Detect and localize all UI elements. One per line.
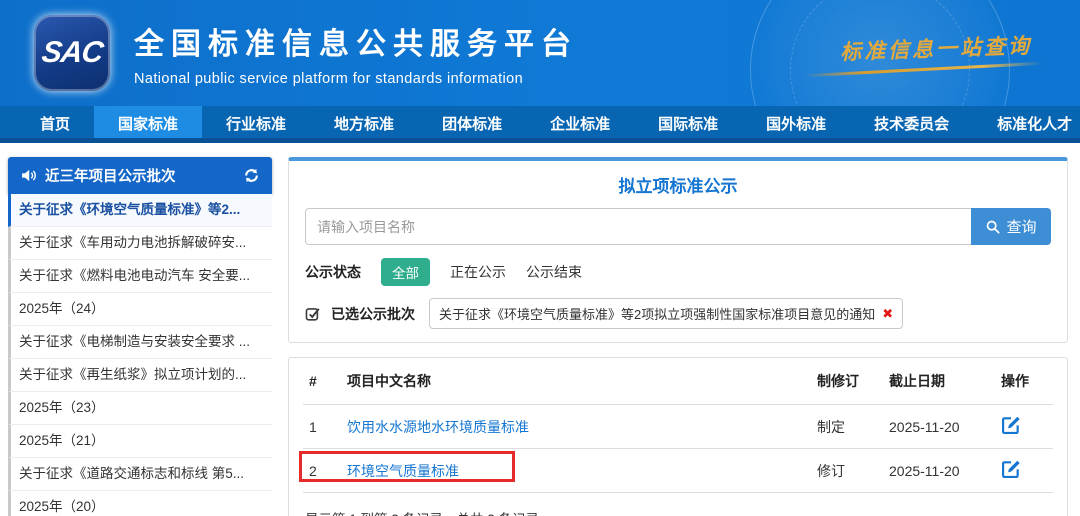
sidebar-title: 近三年项目公示批次 [45,165,243,186]
nav-item-standardization-talent[interactable]: 标准化人才 [973,106,1080,138]
status-option-ended[interactable]: 公示结束 [526,262,582,282]
sidebar-item[interactable]: 关于征求《燃料电池电动汽车 安全要... [8,260,272,293]
refresh-icon[interactable] [243,167,260,184]
search-button[interactable]: 查询 [971,208,1051,245]
search-icon [985,219,1001,235]
selected-batch-row: 已选公示批次 关于征求《环境空气质量标准》等2项拟立项强制性国家标准项目意见的通… [305,298,1051,329]
sidebar-header: 近三年项目公示批次 [8,157,272,194]
selected-batch-label: 已选公示批次 [331,304,415,324]
sac-logo-text: SAC [39,36,104,70]
column-header-actions: 操作 [995,358,1053,405]
row-type: 修订 [811,449,883,493]
status-filter-label: 公示状态 [305,262,361,282]
sidebar-item[interactable]: 关于征求《道路交通标志和标线 第5... [8,458,272,491]
nav-item-national-standards[interactable]: 国家标准 [94,106,202,138]
site-title-block: 全国标准信息公共服务平台 National public service pla… [134,19,578,87]
search-input[interactable] [305,208,971,245]
close-x-icon[interactable]: ✖ [882,306,893,322]
results-table: # 项目中文名称 制修订 截止日期 操作 1 饮用水水源地水环境质量标准 制定 [303,358,1053,493]
nav-item-international-standards[interactable]: 国际标准 [634,106,742,138]
status-option-in-progress[interactable]: 正在公示 [450,262,506,282]
sidebar-item[interactable]: 2025年（23） [8,392,272,425]
batch-sidebar: 近三年项目公示批次 关于征求《环境空气质量标准》等2... 关于征求《车用动力电… [8,157,272,516]
results-table-card: # 项目中文名称 制修订 截止日期 操作 1 饮用水水源地水环境质量标准 制定 [288,357,1068,516]
nav-item-technical-committee[interactable]: 技术委员会 [850,106,973,138]
page-title: 拟立项标准公示 [305,172,1051,197]
site-subtitle: National public service platform for sta… [134,71,578,87]
announcement-filter-card: 拟立项标准公示 查询 公示状态 全部 正在公示 公示结束 [288,157,1068,343]
site-header: SAC 全国标准信息公共服务平台 National public service… [0,0,1080,106]
record-count-summary: 显示第 1 到第 2 条记录，总共 2 条记录 [303,493,1053,516]
nav-item-enterprise-standards[interactable]: 企业标准 [526,106,634,138]
column-header-deadline: 截止日期 [883,358,995,405]
table-row: 2 环境空气质量标准 修订 2025-11-20 [303,449,1053,493]
row-deadline: 2025-11-20 [883,449,995,493]
project-link[interactable]: 环境空气质量标准 [347,463,459,479]
checkbox-checked-icon [305,306,321,322]
sidebar-item[interactable]: 关于征求《环境空气质量标准》等2... [8,194,272,227]
nav-item-group-standards[interactable]: 团体标准 [418,106,526,138]
sidebar-item[interactable]: 2025年（24） [8,293,272,326]
sidebar-item[interactable]: 关于征求《车用动力电池拆解破碎安... [8,227,272,260]
row-type: 制定 [811,405,883,449]
row-index: 2 [303,449,341,493]
site-title: 全国标准信息公共服务平台 [134,19,578,63]
edit-pencil-icon[interactable] [1001,415,1021,435]
row-deadline: 2025-11-20 [883,405,995,449]
page-content: 近三年项目公示批次 关于征求《环境空气质量标准》等2... 关于征求《车用动力电… [0,143,1080,516]
search-button-label: 查询 [1006,216,1036,237]
selected-batch-text: 关于征求《环境空气质量标准》等2项拟立项强制性国家标准项目意见的通知 [439,304,875,323]
table-row: 1 饮用水水源地水环境质量标准 制定 2025-11-20 [303,405,1053,449]
sac-logo[interactable]: SAC [34,15,110,91]
sidebar-item[interactable]: 2025年（21） [8,425,272,458]
main-panel: 拟立项标准公示 查询 公示状态 全部 正在公示 公示结束 [288,157,1068,516]
row-index: 1 [303,405,341,449]
project-link[interactable]: 饮用水水源地水环境质量标准 [347,419,529,435]
column-header-name: 项目中文名称 [341,358,811,405]
status-option-all[interactable]: 全部 [381,258,430,286]
selected-batch-chip: 关于征求《环境空气质量标准》等2项拟立项强制性国家标准项目意见的通知 ✖ [429,298,903,329]
column-header-type: 制修订 [811,358,883,405]
nav-item-home[interactable]: 首页 [16,106,94,138]
sidebar-item[interactable]: 关于征求《再生纸浆》拟立项计划的... [8,359,272,392]
sidebar-item[interactable]: 关于征求《电梯制造与安装安全要求 ... [8,326,272,359]
status-filter-row: 公示状态 全部 正在公示 公示结束 [305,258,1051,286]
nav-item-local-standards[interactable]: 地方标准 [310,106,418,138]
nav-item-foreign-standards[interactable]: 国外标准 [742,106,850,138]
table-header-row: # 项目中文名称 制修订 截止日期 操作 [303,358,1053,405]
sidebar-item[interactable]: 2025年（20） [8,491,272,516]
edit-pencil-icon[interactable] [1001,459,1021,479]
search-bar: 查询 [305,208,1051,245]
main-nav: 首页 国家标准 行业标准 地方标准 团体标准 企业标准 国际标准 国外标准 技术… [0,106,1080,143]
column-header-index: # [303,358,341,405]
speaker-icon [20,167,37,184]
nav-item-industry-standards[interactable]: 行业标准 [202,106,310,138]
